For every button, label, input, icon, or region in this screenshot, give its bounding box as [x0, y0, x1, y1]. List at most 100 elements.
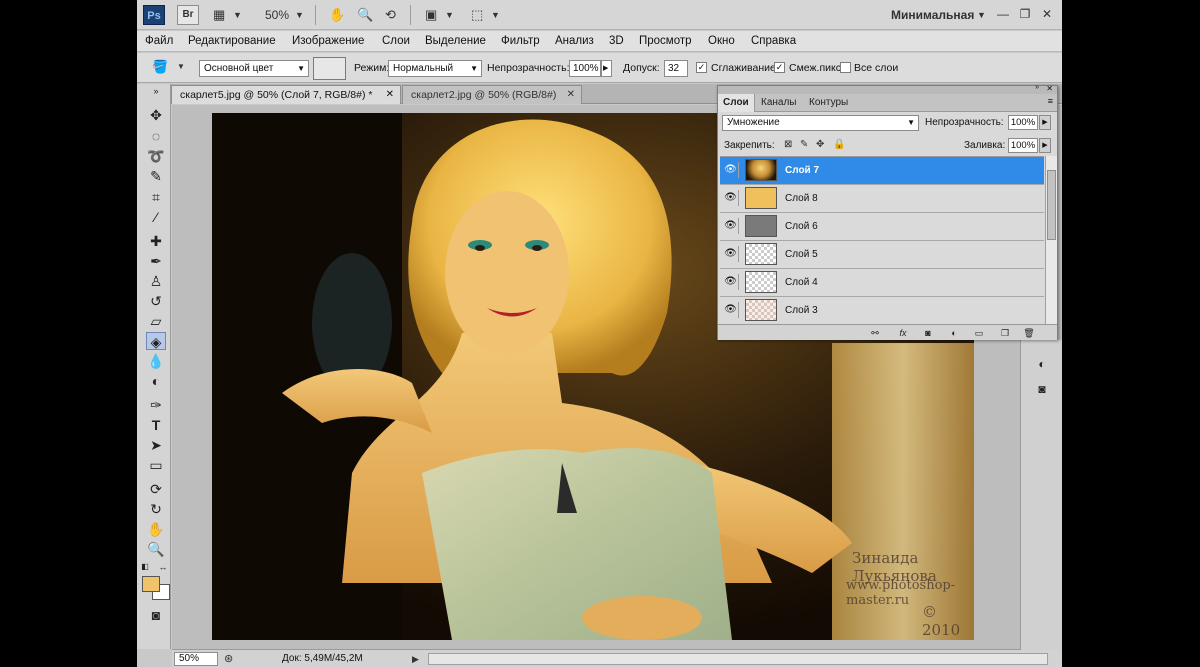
zoom-tool-icon[interactable]: 🔍: [357, 6, 373, 24]
workspace-switcher[interactable]: Минимальная: [891, 8, 974, 22]
panel-titlebar[interactable]: » ✕: [718, 84, 1057, 94]
paint-bucket-tool-icon[interactable]: ◈: [146, 332, 166, 350]
layer-opacity-input[interactable]: 100%: [1008, 115, 1038, 130]
opacity-input[interactable]: 100%: [569, 60, 601, 77]
default-colors-icon[interactable]: ◧: [139, 558, 151, 576]
close-icon[interactable]: ✕: [386, 86, 394, 104]
lock-image-icon[interactable]: ✎: [800, 139, 808, 150]
pen-tool-icon[interactable]: ✑: [146, 396, 166, 414]
brush-tool-icon[interactable]: ✒: [146, 252, 166, 270]
layer-row[interactable]: 👁 Слой 3: [720, 297, 1044, 324]
menu-3d[interactable]: 3D: [609, 35, 624, 47]
tab-document-1[interactable]: скарлет5.jpg @ 50% (Слой 7, RGB/8#) * ✕: [171, 85, 401, 104]
menu-help[interactable]: Справка: [751, 35, 796, 47]
history-brush-tool-icon[interactable]: ↺: [146, 292, 166, 310]
trash-icon[interactable]: 🗑: [1022, 326, 1036, 340]
chevron-down-icon[interactable]: ▼: [295, 6, 304, 24]
all-layers-checkbox[interactable]: [840, 62, 851, 73]
menu-analysis[interactable]: Анализ: [555, 35, 594, 47]
panel-menu-icon[interactable]: ≡: [1048, 96, 1053, 106]
type-tool-icon[interactable]: T: [146, 416, 166, 434]
quick-select-tool-icon[interactable]: ✎: [146, 167, 166, 185]
chevron-down-icon[interactable]: ▼: [233, 6, 242, 24]
antialias-checkbox[interactable]: ✓: [696, 62, 707, 73]
add-mask-icon[interactable]: ◙: [921, 326, 935, 340]
layer-row[interactable]: 👁 Слой 6: [720, 213, 1044, 241]
lock-position-icon[interactable]: ✥: [816, 139, 824, 150]
lock-all-icon[interactable]: 🔒: [833, 139, 845, 150]
rectangle-tool-icon[interactable]: ▭: [146, 456, 166, 474]
layer-row[interactable]: 👁 Слой 4: [720, 269, 1044, 297]
zoom-tool-icon[interactable]: 🔍: [146, 540, 166, 558]
path-selection-tool-icon[interactable]: ➤: [146, 436, 166, 454]
menu-filter[interactable]: Фильтр: [501, 35, 540, 47]
eraser-tool-icon[interactable]: ▱: [146, 312, 166, 330]
zoom-input[interactable]: 50%: [174, 652, 218, 666]
marquee-tool-icon[interactable]: ◌: [146, 127, 166, 145]
menu-select[interactable]: Выделение: [425, 35, 486, 47]
blend-mode-select[interactable]: Умножение ▼: [722, 115, 919, 131]
bridge-button[interactable]: Br: [177, 5, 199, 25]
tab-layers[interactable]: Слои: [718, 94, 755, 112]
close-icon[interactable]: ✕: [1039, 6, 1055, 22]
swap-colors-icon[interactable]: ↔: [157, 558, 169, 576]
masks-icon[interactable]: ◙: [1032, 380, 1052, 398]
screen-mode-icon[interactable]: ⬚: [471, 6, 483, 24]
status-info-icon[interactable]: ⊛: [224, 650, 233, 667]
mode-select[interactable]: Нормальный ▼: [388, 60, 482, 77]
menu-view[interactable]: Просмотр: [639, 35, 692, 47]
new-layer-icon[interactable]: ❐: [998, 326, 1012, 340]
layer-row[interactable]: 👁 Слой 8: [720, 185, 1044, 213]
tab-document-2[interactable]: скарлет2.jpg @ 50% (RGB/8#) ✕: [402, 85, 582, 104]
hand-tool-icon[interactable]: ✋: [329, 6, 345, 24]
minimize-icon[interactable]: —: [995, 6, 1011, 22]
menu-file[interactable]: Файл: [145, 35, 173, 47]
chevron-down-icon[interactable]: ▼: [977, 6, 986, 24]
fill-input[interactable]: 100%: [1008, 138, 1038, 153]
hand-tool-icon[interactable]: ✋: [146, 520, 166, 538]
adjustment-layer-icon[interactable]: ◐: [947, 326, 961, 340]
crop-tool-icon[interactable]: ⌗: [146, 188, 166, 206]
new-group-icon[interactable]: ▭: [972, 326, 986, 340]
paint-bucket-icon[interactable]: 🪣: [152, 58, 168, 76]
zoom-level-select[interactable]: 50%: [265, 8, 289, 22]
blur-tool-icon[interactable]: 💧: [146, 352, 166, 370]
menu-edit[interactable]: Редактирование: [188, 35, 276, 47]
healing-brush-tool-icon[interactable]: ✚: [146, 232, 166, 250]
eye-icon[interactable]: 👁: [723, 218, 739, 234]
eyedropper-tool-icon[interactable]: ⁄: [146, 208, 166, 226]
lock-transparency-icon[interactable]: ⊠: [784, 139, 792, 150]
arrange-documents-icon[interactable]: ▣: [425, 6, 437, 24]
fx-icon[interactable]: fx: [896, 326, 910, 340]
dodge-tool-icon[interactable]: ◐: [146, 372, 166, 390]
chevron-down-icon[interactable]: ▼: [491, 6, 500, 24]
eye-icon[interactable]: 👁: [723, 190, 739, 206]
opacity-slider-arrow[interactable]: ▶: [1039, 115, 1051, 130]
eye-icon[interactable]: 👁: [723, 246, 739, 262]
eye-icon[interactable]: 👁: [723, 162, 739, 178]
status-menu-arrow-icon[interactable]: ▶: [412, 650, 419, 667]
eye-icon[interactable]: 👁: [723, 274, 739, 290]
eye-icon[interactable]: 👁: [723, 302, 739, 318]
foreground-color-swatch[interactable]: [142, 576, 160, 592]
pattern-picker[interactable]: [313, 57, 346, 80]
chevron-down-icon[interactable]: ▼: [177, 58, 185, 76]
contiguous-checkbox[interactable]: ✓: [774, 62, 785, 73]
collapse-icon[interactable]: »: [1035, 84, 1039, 91]
link-layers-icon[interactable]: ⚯: [868, 326, 882, 340]
chevron-down-icon[interactable]: ▼: [445, 6, 454, 24]
close-icon[interactable]: ✕: [1046, 84, 1053, 93]
rotate-view-icon[interactable]: ⟲: [385, 6, 396, 24]
menu-layers[interactable]: Слои: [382, 35, 410, 47]
move-tool-icon[interactable]: ✥: [146, 106, 166, 124]
layer-row[interactable]: 👁 Слой 5: [720, 241, 1044, 269]
3d-rotate-tool-icon[interactable]: ⟳: [146, 480, 166, 498]
opacity-slider-arrow[interactable]: ▶: [601, 60, 612, 77]
collapse-icon[interactable]: »: [146, 86, 166, 96]
fill-slider-arrow[interactable]: ▶: [1039, 138, 1051, 153]
adjustments-icon[interactable]: ◐: [1032, 355, 1052, 373]
tab-paths[interactable]: Контуры: [804, 94, 853, 112]
fill-source-select[interactable]: Основной цвет ▼: [199, 60, 309, 77]
lasso-tool-icon[interactable]: ➰: [146, 147, 166, 165]
quick-mask-icon[interactable]: ◙: [146, 606, 166, 624]
